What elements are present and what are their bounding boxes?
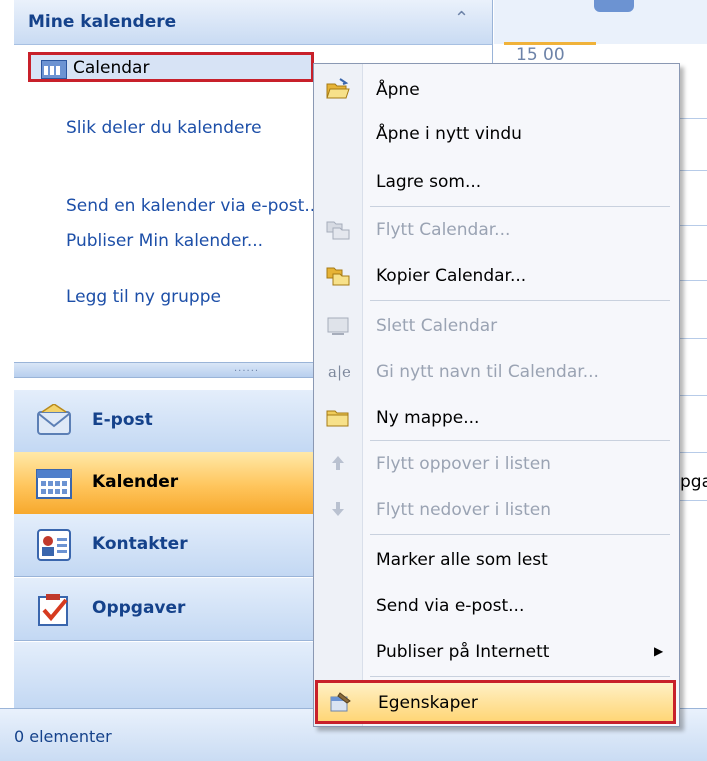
nav-button-label: Oppgaver xyxy=(92,598,186,618)
menu-item-label: Marker alle som lest xyxy=(376,550,548,570)
rename-icon: a|e xyxy=(328,363,350,381)
menu-separator xyxy=(370,440,670,441)
menu-item-label: Slett Calendar xyxy=(376,316,498,336)
calendar-partial-text: pga xyxy=(680,472,707,492)
mail-icon xyxy=(37,404,71,435)
menu-item-label: Åpne xyxy=(376,80,420,100)
menu-item-mark-all-read[interactable]: Marker alle som lest xyxy=(314,538,679,582)
submenu-arrow-icon: ▶ xyxy=(654,644,664,658)
menu-item-publish-internet[interactable]: Publiser på Internett ▶ xyxy=(314,630,679,674)
menu-item-delete[interactable]: Slett Calendar xyxy=(314,304,679,348)
pane-title: Mine kalendere xyxy=(28,12,177,32)
menu-item-properties[interactable]: Egenskaper xyxy=(315,680,676,724)
menu-item-label: Send via e-post... xyxy=(376,596,525,616)
collapse-chevron-icon[interactable]: ⌃ xyxy=(454,8,469,29)
nav-button-label: Kalender xyxy=(92,472,179,492)
calendar-icon xyxy=(36,469,72,499)
menu-item-move-down[interactable]: Flytt nedover i listen xyxy=(314,488,679,532)
open-folder-icon xyxy=(326,78,350,99)
properties-icon xyxy=(330,692,351,712)
arrow-down-icon xyxy=(332,502,344,516)
menu-separator xyxy=(370,206,670,207)
move-folder-icon xyxy=(326,221,350,240)
menu-separator xyxy=(370,676,670,677)
menu-item-copy[interactable]: Kopier Calendar... xyxy=(314,254,679,298)
menu-item-label: Lagre som... xyxy=(376,172,482,192)
nav-button-label: E-post xyxy=(92,410,153,430)
arrow-up-icon xyxy=(332,456,344,470)
menu-item-label: Ny mappe... xyxy=(376,408,480,428)
pane-header: Mine kalendere ⌃ xyxy=(14,0,492,45)
copy-folder-icon xyxy=(326,267,350,286)
menu-separator xyxy=(370,534,670,535)
menu-item-open[interactable]: Åpne xyxy=(314,68,679,112)
menu-item-save-as[interactable]: Lagre som... xyxy=(314,160,679,204)
menu-item-label: Flytt Calendar... xyxy=(376,220,511,240)
nav-button-label: Kontakter xyxy=(92,534,188,554)
contacts-icon xyxy=(37,529,71,561)
status-text: 0 elementer xyxy=(14,727,112,746)
menu-separator xyxy=(370,300,670,301)
tasks-icon xyxy=(38,594,68,626)
send-calendar-email-link[interactable]: Send en kalender via e-post... xyxy=(66,196,314,216)
calendar-tab[interactable] xyxy=(594,0,634,12)
context-menu: Åpne Åpne i nytt vindu Lagre som... Flyt… xyxy=(313,63,680,727)
menu-item-open-new-window[interactable]: Åpne i nytt vindu xyxy=(314,112,679,156)
splitter-grip-icon: ...... xyxy=(234,363,260,374)
menu-item-label: Åpne i nytt vindu xyxy=(376,124,522,144)
menu-item-label: Gi nytt navn til Calendar... xyxy=(376,362,599,382)
delete-folder-icon xyxy=(327,317,349,335)
menu-item-move[interactable]: Flytt Calendar... xyxy=(314,208,679,252)
menu-item-label: Flytt nedover i listen xyxy=(376,500,551,520)
menu-item-rename[interactable]: a|e Gi nytt navn til Calendar... xyxy=(314,350,679,394)
share-calendar-link[interactable]: Slik deler du kalendere xyxy=(66,118,316,138)
menu-item-label: Publiser på Internett xyxy=(376,642,550,662)
menu-item-new-folder[interactable]: Ny mappe... xyxy=(314,396,679,440)
publish-calendar-link[interactable]: Publiser Min kalender... xyxy=(66,231,316,251)
new-folder-icon xyxy=(326,410,349,427)
menu-item-label: Kopier Calendar... xyxy=(376,266,527,286)
menu-item-send-via-email[interactable]: Send via e-post... xyxy=(314,584,679,628)
menu-item-move-up[interactable]: Flytt oppover i listen xyxy=(314,442,679,486)
calendar-item[interactable]: Calendar xyxy=(28,52,314,82)
calendar-icon xyxy=(41,60,67,79)
menu-item-label: Flytt oppover i listen xyxy=(376,454,551,474)
calendar-item-label: Calendar xyxy=(73,58,150,78)
svg-text:a|e: a|e xyxy=(328,363,350,381)
add-group-link[interactable]: Legg til ny gruppe xyxy=(66,287,316,307)
menu-item-label: Egenskaper xyxy=(378,693,478,713)
